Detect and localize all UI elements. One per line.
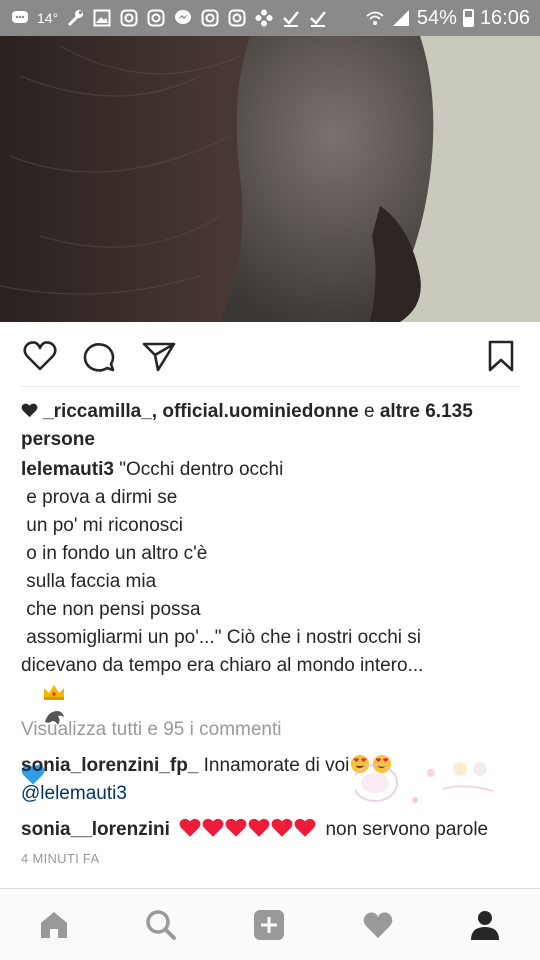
red-hearts-row bbox=[179, 818, 316, 838]
instagram-icon bbox=[200, 8, 220, 28]
battery-icon bbox=[462, 9, 474, 27]
check-icon bbox=[281, 8, 301, 28]
post-actions bbox=[0, 322, 540, 386]
instagram-icon bbox=[227, 8, 247, 28]
caption-line: e prova a dirmi se bbox=[21, 487, 178, 508]
post-image[interactable] bbox=[0, 36, 540, 322]
search-icon[interactable] bbox=[143, 907, 179, 943]
image-icon bbox=[92, 8, 112, 28]
battery-percent: 54% bbox=[416, 6, 457, 29]
temperature: 14° bbox=[37, 10, 59, 26]
likes-line[interactable]: _riccamilla_, official.uominiedonne e al… bbox=[21, 398, 521, 454]
red-heart-icon bbox=[179, 818, 201, 837]
comment: sonia__lorenzini non servono parole bbox=[21, 816, 488, 844]
sticker-decoration bbox=[355, 762, 494, 803]
chat-icon bbox=[10, 8, 30, 28]
caption-line: un po' mi riconosci bbox=[21, 515, 184, 536]
red-heart-icon bbox=[248, 818, 270, 837]
bottom-navigation bbox=[0, 888, 540, 960]
heart-filled-icon bbox=[21, 403, 38, 418]
bookmark-icon[interactable] bbox=[482, 338, 520, 374]
likes-connector: e bbox=[358, 401, 380, 422]
comment-text: Innamorate di voi bbox=[198, 755, 350, 776]
instagram-icon bbox=[146, 8, 166, 28]
post-timestamp: 4 MINUTI FA bbox=[21, 851, 100, 866]
red-heart-icon bbox=[271, 818, 293, 837]
messenger-icon bbox=[173, 8, 193, 28]
comment-mention[interactable]: @lelemauti3 bbox=[21, 780, 393, 808]
red-heart-icon bbox=[202, 818, 224, 837]
comment-text: non servono parole bbox=[325, 819, 489, 840]
view-all-comments-link[interactable]: Visualizza tutti e 95 i commenti bbox=[21, 716, 282, 744]
signal-icon bbox=[391, 8, 411, 28]
clock: 16:06 bbox=[479, 6, 530, 29]
status-bar: 14° 54% 16:06 bbox=[0, 0, 540, 36]
notification-icons: 14° bbox=[10, 8, 328, 28]
caption-line: che non pensi possa bbox=[21, 599, 201, 620]
instagram-icon bbox=[119, 8, 139, 28]
red-heart-icon bbox=[225, 818, 247, 837]
caption-username[interactable]: lelemauti3 bbox=[21, 459, 114, 480]
liked-by-users[interactable]: _riccamilla_, official.uominiedonne bbox=[43, 401, 359, 422]
check-icon bbox=[308, 8, 328, 28]
profile-icon[interactable] bbox=[467, 907, 503, 943]
crown-icon bbox=[44, 685, 65, 700]
divider bbox=[21, 386, 519, 387]
caption-line: assomigliarmi un po'..." Ciò che i nostr… bbox=[21, 627, 422, 648]
comment-username[interactable]: sonia__lorenzini bbox=[21, 819, 170, 840]
comment: sonia_lorenzini_fp_ Innamorate di voi @l… bbox=[21, 752, 393, 808]
wifi-icon bbox=[365, 8, 385, 28]
caption-line: dicevano da tempo era chiaro al mondo in… bbox=[21, 655, 424, 676]
wrench-icon bbox=[65, 8, 85, 28]
caption-line: "Occhi dentro occhi bbox=[113, 459, 284, 480]
red-heart-icon bbox=[294, 818, 316, 837]
share-icon[interactable] bbox=[140, 338, 178, 374]
activity-icon[interactable] bbox=[360, 907, 396, 943]
comment-icon[interactable] bbox=[80, 338, 118, 374]
add-icon[interactable] bbox=[251, 907, 287, 943]
caption-line: o in fondo un altro c'è bbox=[21, 543, 208, 564]
home-icon[interactable] bbox=[36, 907, 72, 943]
caption-line: sulla faccia mia bbox=[21, 571, 157, 592]
heart-outline-icon[interactable] bbox=[21, 338, 59, 374]
comment-username[interactable]: sonia_lorenzini_fp_ bbox=[21, 755, 198, 776]
flower-icon bbox=[254, 8, 274, 28]
